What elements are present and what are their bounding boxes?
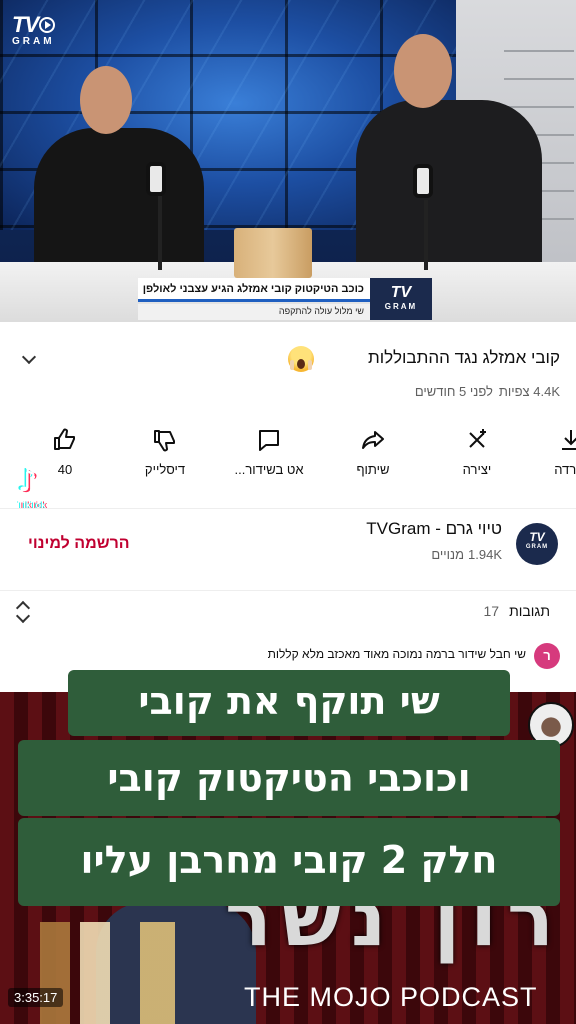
host-left-head (80, 66, 132, 134)
tiktok-note-icon: ♪ (18, 464, 38, 499)
download-button[interactable]: הורדה (526, 426, 576, 490)
dislike-icon (151, 426, 179, 454)
bottles-on-table (0, 922, 240, 1024)
subscribe-button[interactable]: הרשמה למינוי (28, 535, 130, 553)
video-meta: 4.4K צפיות לפני 5 חודשים (415, 384, 560, 399)
microphone-right-icon (413, 164, 433, 198)
share-button[interactable]: שיתוף (328, 426, 418, 490)
live-chat-button[interactable]: אט בשידור... (224, 426, 314, 490)
tvgram-watermark-logo: TV GRAM (12, 12, 56, 47)
caption-line-2: וכוכבי הטיקטוק קובי (18, 740, 560, 816)
comment-preview-text: שי חבל שידור ברמה נמוכה מאוד מאכזב מלא ק… (267, 647, 526, 661)
action-bar: הורדה יצירה שיתוף אט בשידור... דיסלייק (0, 426, 576, 490)
caption-line-3: חלק 2 קובי מחרבן עליו (18, 818, 560, 906)
scream-emoji-icon (288, 346, 314, 372)
like-icon (51, 426, 79, 454)
host-left (34, 128, 204, 278)
news-lower-third: כוכב הטיקטוק קובי אמזלג הגיע עצבני לאולפ… (138, 278, 432, 320)
host-right-head (394, 34, 452, 108)
video-timestamp: 3:35:17 (8, 988, 64, 1007)
video-details-panel: קובי אמזלג נגד ההתבוללות 4.4K צפיות לפני… (0, 322, 576, 692)
channel-avatar[interactable]: TV GRAM (516, 523, 558, 565)
comments-header: תגובות 17 (484, 603, 551, 619)
share-icon (359, 426, 387, 454)
mic-stand-right (424, 200, 428, 270)
download-icon (557, 426, 576, 454)
lower-third-subline: שי מלול עולה להתקפה (138, 304, 370, 320)
live-chat-icon (255, 426, 283, 454)
video-title-row[interactable]: קובי אמזלג נגד ההתבוללות (30, 346, 560, 376)
create-button[interactable]: יצירה (432, 426, 522, 490)
comments-title: תגובות (509, 603, 550, 619)
view-count: 4.4K צפיות (498, 384, 560, 399)
video-title: קובי אמזלג נגד ההתבוללות (367, 348, 560, 367)
lower-third-logo: TV GRAM (370, 278, 432, 320)
create-icon (463, 426, 491, 454)
expand-collapse-icon[interactable] (14, 599, 32, 625)
channel-row: TV GRAM טיוי גרם - TVGram 1.94K מנויים ה… (0, 508, 576, 578)
podcast-brand: THE MOJO PODCAST (244, 982, 538, 1012)
studio-video-frame[interactable]: TV GRAM כוכב הטיקטוק קובי אמזלג הגיע עצב… (0, 0, 576, 322)
subscriber-count: 1.94K מנויים (431, 547, 502, 562)
mic-stand-left (158, 196, 162, 270)
channel-name[interactable]: טיוי גרם - TVGram (366, 519, 502, 539)
upload-age: לפני 5 חודשים (414, 384, 493, 399)
comments-section[interactable]: תגובות 17 ר שי חבל שידור ברמה נמוכה מאוד… (0, 590, 576, 680)
host-right (356, 100, 542, 270)
tiktok-watermark: ♪ TikTok (18, 464, 66, 511)
play-circle-icon (39, 17, 56, 33)
microphone-left-icon (146, 162, 166, 196)
commenter-avatar: ר (534, 643, 560, 669)
lower-third-headline: כוכב הטיקטוק קובי אמזלג הגיע עצבני לאולפ… (138, 278, 370, 302)
desk-wood-stand (234, 228, 312, 278)
dislike-button[interactable]: דיסלייק (120, 426, 210, 490)
overlay-caption: שי תוקף את קובי וכוכבי הטיקטוק קובי חלק … (18, 670, 566, 906)
comments-count: 17 (483, 603, 500, 619)
caption-line-1: שי תוקף את קובי (68, 670, 510, 736)
